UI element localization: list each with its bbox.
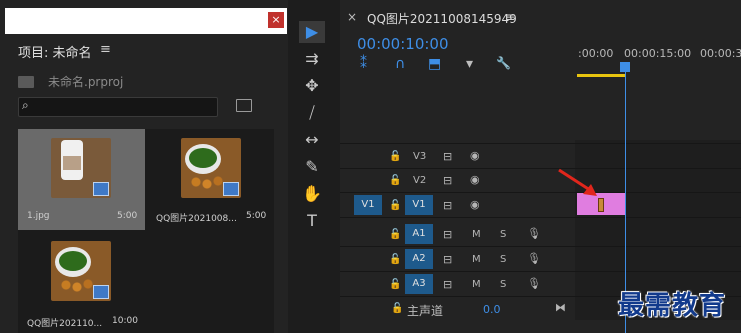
- media-duration: 5:00: [117, 211, 138, 221]
- mute-button[interactable]: M: [472, 254, 481, 265]
- lock-icon[interactable]: 🔓: [389, 151, 401, 162]
- media-duration: 5:00: [246, 211, 267, 221]
- sync-icon[interactable]: ⊟: [443, 150, 452, 163]
- close-icon[interactable]: ×: [268, 12, 284, 28]
- mute-button[interactable]: M: [472, 279, 481, 290]
- mute-button[interactable]: M: [472, 229, 481, 240]
- track-target-v1[interactable]: V1: [405, 195, 433, 215]
- track-target-a3[interactable]: A3: [405, 274, 433, 294]
- media-thumbnail: [51, 241, 111, 301]
- track-target-a2[interactable]: A2: [405, 249, 433, 269]
- ripple-edit-tool-icon[interactable]: ✥: [299, 75, 325, 97]
- sync-icon[interactable]: ⊟: [443, 174, 452, 187]
- new-bin-icon[interactable]: [236, 99, 252, 112]
- media-name: QQ图片2021008...: [156, 214, 237, 224]
- clip-keyframe-marker[interactable]: [598, 198, 604, 212]
- solo-button[interactable]: S: [500, 254, 506, 265]
- microphone-icon[interactable]: 🎙: [527, 227, 541, 240]
- go-to-end-icon[interactable]: ⧓: [555, 301, 566, 314]
- master-track-label: 主声道: [407, 304, 444, 318]
- sequence-tab[interactable]: QQ图片20211008145949: [367, 10, 517, 27]
- media-item-3[interactable]: QQ图片202110... 10:00: [18, 232, 145, 333]
- add-marker-icon[interactable]: ▾: [466, 56, 473, 72]
- project-panel-header: [5, 8, 287, 34]
- sync-icon[interactable]: ⊟: [443, 228, 452, 241]
- image-badge-icon: [93, 182, 109, 196]
- eye-icon[interactable]: ◉: [470, 149, 480, 162]
- microphone-icon[interactable]: 🎙: [527, 277, 541, 290]
- selection-tool-icon[interactable]: ▶: [299, 21, 325, 43]
- nest-sequence-icon[interactable]: ⁑: [360, 56, 367, 72]
- pen-tool-icon[interactable]: ✎: [299, 156, 325, 178]
- solo-button[interactable]: S: [500, 229, 506, 240]
- snap-icon[interactable]: ∩: [395, 56, 405, 72]
- playhead-handle[interactable]: [620, 62, 630, 72]
- ruler-label: 00:00:30: [700, 47, 741, 60]
- lock-icon[interactable]: 🔓: [389, 229, 401, 240]
- sync-icon[interactable]: ⊟: [443, 278, 452, 291]
- project-file-name: 未命名.prproj: [48, 75, 124, 89]
- lock-icon[interactable]: 🔓: [389, 254, 401, 265]
- media-name: 1.jpg: [27, 211, 50, 221]
- media-thumbnail: [181, 138, 241, 198]
- track-target-a1[interactable]: A1: [405, 224, 433, 244]
- media-item-2[interactable]: QQ图片2021008... 5:00: [147, 129, 274, 230]
- image-badge-icon: [93, 285, 109, 299]
- hand-tool-icon[interactable]: ✋: [299, 183, 325, 205]
- solo-button[interactable]: S: [500, 279, 506, 290]
- search-input[interactable]: [18, 97, 218, 117]
- menu-icon[interactable]: ≡: [100, 42, 111, 57]
- media-grid: 1.jpg 5:00 QQ图片2021008... 5:00 QQ图片20211…: [18, 129, 274, 333]
- media-thumbnail: [51, 138, 111, 198]
- eye-icon[interactable]: ◉: [470, 173, 480, 186]
- slip-tool-icon[interactable]: ↔: [299, 129, 325, 151]
- sync-icon[interactable]: ⊟: [443, 199, 452, 212]
- folder-icon: [18, 76, 34, 88]
- type-tool-icon[interactable]: T: [299, 210, 325, 232]
- master-volume-value[interactable]: 0.0: [483, 303, 501, 316]
- linked-selection-icon[interactable]: ⬒: [428, 56, 441, 72]
- project-title[interactable]: 项目: 未命名: [18, 42, 92, 61]
- media-item-1[interactable]: 1.jpg 5:00: [18, 129, 145, 230]
- track-label: V2: [413, 175, 427, 186]
- work-area-bar[interactable]: [577, 74, 625, 77]
- settings-icon[interactable]: 🔧: [496, 56, 511, 70]
- ruler-label: 00:00:15:00: [624, 47, 692, 60]
- lock-icon[interactable]: 🔓: [389, 200, 401, 211]
- source-patch-v1[interactable]: V1: [354, 195, 382, 215]
- sync-icon[interactable]: ⊟: [443, 253, 452, 266]
- razor-tool-icon[interactable]: ⧸: [299, 102, 325, 124]
- lock-icon[interactable]: 🔓: [389, 175, 401, 186]
- track-label: V3: [413, 151, 427, 162]
- media-name: QQ图片202110...: [27, 319, 103, 329]
- microphone-icon[interactable]: 🎙: [527, 252, 541, 265]
- ruler-label: :00:00: [578, 47, 614, 60]
- playhead-timecode[interactable]: 00:00:10:00: [357, 35, 449, 53]
- annotation-arrow-icon: [558, 168, 597, 196]
- watermark: 最需教育: [618, 291, 727, 321]
- eye-icon[interactable]: ◉: [470, 198, 480, 211]
- menu-icon[interactable]: ≡: [505, 10, 515, 24]
- close-icon[interactable]: ×: [347, 10, 357, 24]
- media-duration: 10:00: [112, 316, 138, 326]
- search-icon: ⌕: [22, 98, 29, 112]
- lock-icon[interactable]: 🔓: [389, 279, 401, 290]
- lock-icon[interactable]: 🔓: [391, 303, 403, 314]
- image-badge-icon: [223, 182, 239, 196]
- track-select-tool-icon[interactable]: ⇉: [299, 48, 325, 70]
